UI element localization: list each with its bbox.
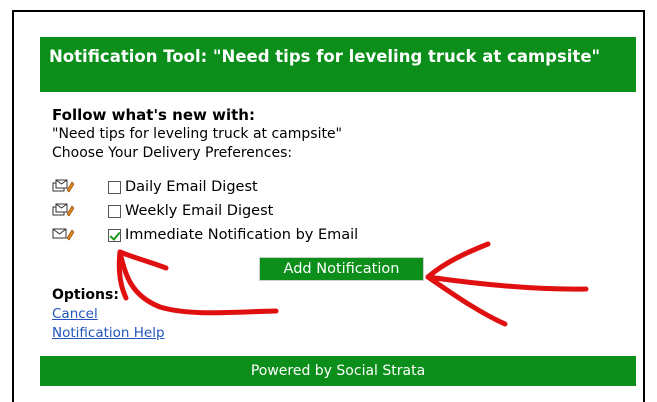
option-weekly-digest[interactable]: Weekly Email Digest <box>108 203 273 219</box>
digest-envelope-icon <box>52 179 74 193</box>
weekly-digest-label: Weekly Email Digest <box>125 203 274 219</box>
envelope-pencil-icon <box>52 228 74 241</box>
daily-digest-checkbox[interactable] <box>108 180 121 194</box>
options-heading: Options: <box>52 287 119 303</box>
digest-envelope-icon <box>52 203 74 217</box>
daily-digest-label: Daily Email Digest <box>125 179 258 195</box>
weekly-digest-checkbox[interactable] <box>108 204 121 218</box>
add-notification-button[interactable]: Add Notification <box>259 257 424 281</box>
cancel-link[interactable]: Cancel <box>52 306 98 322</box>
immediate-notification-checkbox[interactable] <box>108 228 121 242</box>
page-title: Notification Tool: "Need tips for leveli… <box>49 47 601 66</box>
option-immediate[interactable]: Immediate Notification by Email <box>108 227 358 243</box>
header-bar: Notification Tool: "Need tips for leveli… <box>40 37 636 92</box>
footer-bar: Powered by Social Strata <box>40 356 636 386</box>
topic-title: "Need tips for leveling truck at campsit… <box>52 126 342 142</box>
notification-help-link[interactable]: Notification Help <box>52 325 165 341</box>
option-daily-digest[interactable]: Daily Email Digest <box>108 179 258 195</box>
footer-text: Powered by Social Strata <box>250 363 426 379</box>
notification-panel: Follow what's new with: "Need tips for l… <box>40 92 636 356</box>
follow-label: Follow what's new with: <box>52 106 255 124</box>
delivery-preferences-label: Choose Your Delivery Preferences: <box>52 145 293 161</box>
immediate-notification-label: Immediate Notification by Email <box>125 227 359 243</box>
